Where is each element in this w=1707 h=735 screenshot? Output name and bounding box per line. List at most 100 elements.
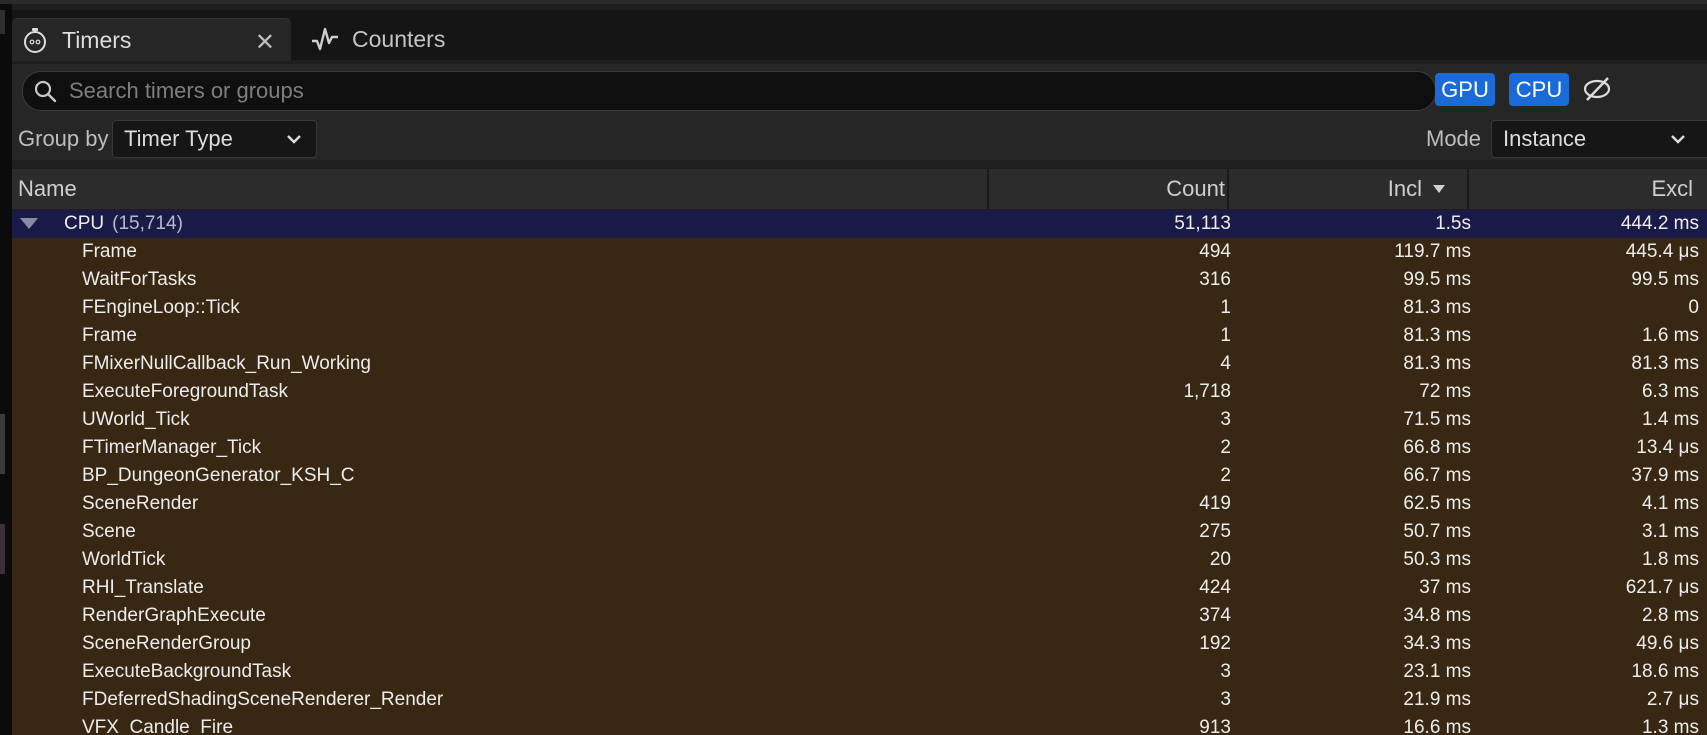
timer-incl: 81.3 ms bbox=[1403, 353, 1471, 374]
timer-incl: 71.5 ms bbox=[1403, 409, 1471, 430]
timer-incl: 21.9 ms bbox=[1403, 689, 1471, 710]
stopwatch-icon bbox=[20, 25, 50, 55]
search-box bbox=[22, 71, 1436, 111]
timer-incl: 72 ms bbox=[1419, 381, 1471, 402]
close-icon[interactable]: ✕ bbox=[255, 28, 275, 57]
timer-excl: 445.4 μs bbox=[1625, 241, 1699, 262]
timer-excl: 3.1 ms bbox=[1641, 521, 1699, 542]
column-header-count[interactable]: Count bbox=[989, 169, 1225, 209]
tab-counters[interactable]: Counters bbox=[302, 18, 502, 60]
timer-excl: 4.1 ms bbox=[1641, 493, 1699, 514]
left-edge-strip bbox=[0, 4, 12, 735]
timer-name: UWorld_Tick bbox=[82, 409, 190, 430]
table-row[interactable]: FEngineLoop::Tick 1 81.3 ms 0 bbox=[12, 294, 1707, 322]
timer-name: WorldTick bbox=[82, 549, 166, 570]
group-by-label: Group by bbox=[18, 126, 109, 151]
timer-count: 1,718 bbox=[1183, 381, 1231, 402]
timer-excl: 2.7 μs bbox=[1646, 689, 1699, 710]
timer-incl: 34.8 ms bbox=[1403, 605, 1471, 626]
group-excl: 444.2 ms bbox=[1620, 213, 1699, 234]
timer-name: FDeferredShadingSceneRenderer_Render bbox=[82, 689, 444, 710]
table-row[interactable]: SceneRender 419 62.5 ms 4.1 ms bbox=[12, 490, 1707, 518]
table-row[interactable]: Scene 275 50.7 ms 3.1 ms bbox=[12, 518, 1707, 546]
timer-incl: 37 ms bbox=[1419, 577, 1471, 598]
column-header-incl-label: Incl bbox=[1387, 176, 1422, 201]
table-row[interactable]: Frame 1 81.3 ms 1.6 ms bbox=[12, 322, 1707, 350]
table-row[interactable]: FTimerManager_Tick 2 66.8 ms 13.4 μs bbox=[12, 434, 1707, 462]
left-edge-mark bbox=[0, 414, 5, 474]
timer-incl: 50.3 ms bbox=[1403, 549, 1471, 570]
timer-excl: 6.3 ms bbox=[1641, 381, 1699, 402]
tab-bar: Timers ✕ Counters bbox=[12, 10, 1707, 61]
timer-excl: 37.9 ms bbox=[1631, 465, 1699, 486]
timer-name: FEngineLoop::Tick bbox=[82, 297, 240, 318]
chevron-down-icon bbox=[1671, 135, 1685, 144]
group-name: CPU (15,714) bbox=[64, 210, 183, 238]
timer-count: 3 bbox=[1220, 661, 1231, 682]
timer-name: Frame bbox=[82, 241, 137, 262]
timer-incl: 99.5 ms bbox=[1403, 269, 1471, 290]
timer-excl: 81.3 ms bbox=[1631, 353, 1699, 374]
search-icon bbox=[33, 78, 59, 104]
table-header: Name Count Incl Excl bbox=[12, 169, 1707, 209]
column-header-name-label: Name bbox=[18, 176, 77, 201]
column-header-incl[interactable]: Incl bbox=[1229, 169, 1452, 209]
timer-name: VFX_Candle_Fire bbox=[82, 717, 234, 735]
timer-name: WaitForTasks bbox=[82, 269, 197, 290]
table-row[interactable]: WorldTick 20 50.3 ms 1.8 ms bbox=[12, 546, 1707, 574]
timer-count: 192 bbox=[1199, 633, 1231, 654]
timer-excl: 13.4 μs bbox=[1636, 437, 1699, 458]
table-row[interactable]: UWorld_Tick 3 71.5 ms 1.4 ms bbox=[12, 406, 1707, 434]
timer-count: 1 bbox=[1220, 325, 1231, 346]
table-row[interactable]: SceneRenderGroup 192 34.3 ms 49.6 μs bbox=[12, 630, 1707, 658]
table-row[interactable]: BP_DungeonGenerator_KSH_C 2 66.7 ms 37.9 ms bbox=[12, 462, 1707, 490]
timer-count: 4 bbox=[1220, 353, 1231, 374]
timer-excl: 99.5 ms bbox=[1631, 269, 1699, 290]
column-header-excl[interactable]: Excl bbox=[1469, 169, 1693, 209]
table-row[interactable]: FMixerNullCallback_Run_Working 4 81.3 ms 81… bbox=[12, 350, 1707, 378]
table-row[interactable]: FDeferredShadingSceneRenderer_Render 3 21.… bbox=[12, 686, 1707, 714]
left-edge-mark bbox=[0, 524, 5, 574]
sort-descending-icon bbox=[1433, 185, 1445, 193]
tab-counters-label: Counters bbox=[352, 25, 446, 52]
timer-count: 1 bbox=[1220, 297, 1231, 318]
timer-excl: 1.4 ms bbox=[1641, 409, 1699, 430]
timer-count: 424 bbox=[1199, 577, 1231, 598]
table-row[interactable]: RHI_Translate 424 37 ms 621.7 μs bbox=[12, 574, 1707, 602]
timer-name: SceneRenderGroup bbox=[82, 633, 251, 654]
table-row[interactable]: Frame 494 119.7 ms 445.4 μs bbox=[12, 238, 1707, 266]
mode-select[interactable]: Instance bbox=[1491, 120, 1707, 158]
timer-count: 3 bbox=[1220, 409, 1231, 430]
timer-incl: 81.3 ms bbox=[1403, 325, 1471, 346]
timer-incl: 23.1 ms bbox=[1403, 661, 1471, 682]
table-row[interactable]: VFX_Candle_Fire 913 16.6 ms 1.3 ms bbox=[12, 714, 1707, 735]
cpu-filter-button[interactable]: CPU bbox=[1509, 73, 1569, 106]
group-by-select[interactable]: Timer Type bbox=[112, 120, 317, 158]
group-incl: 1.5s bbox=[1435, 213, 1471, 234]
timer-incl: 119.7 ms bbox=[1394, 241, 1471, 262]
column-header-name[interactable]: Name bbox=[18, 169, 77, 209]
timer-count: 494 bbox=[1199, 241, 1231, 262]
timer-count: 419 bbox=[1199, 493, 1231, 514]
eye-off-icon[interactable] bbox=[1582, 74, 1612, 104]
table-row[interactable]: WaitForTasks 316 99.5 ms 99.5 ms bbox=[12, 266, 1707, 294]
group-timer-count: (15,714) bbox=[112, 213, 183, 234]
table-row[interactable]: RenderGraphExecute 374 34.8 ms 2.8 ms bbox=[12, 602, 1707, 630]
search-input[interactable] bbox=[67, 77, 1411, 105]
timer-count: 3 bbox=[1220, 689, 1231, 710]
mode-label: Mode bbox=[1426, 126, 1482, 151]
timer-name: Scene bbox=[82, 521, 136, 542]
timer-count: 2 bbox=[1220, 465, 1231, 486]
tab-timers[interactable]: Timers ✕ bbox=[12, 18, 291, 61]
timer-count: 2 bbox=[1220, 437, 1231, 458]
timer-incl: 62.5 ms bbox=[1403, 493, 1471, 514]
table-row[interactable]: ExecuteBackgroundTask 3 23.1 ms 18.6 ms bbox=[12, 658, 1707, 686]
timer-name: SceneRender bbox=[82, 493, 199, 514]
expand-collapse-icon[interactable] bbox=[20, 218, 38, 229]
table-row[interactable]: ExecuteForegroundTask 1,718 72 ms 6.3 ms bbox=[12, 378, 1707, 406]
search-toolbar: GPU CPU bbox=[12, 64, 1707, 120]
group-row-cpu[interactable]: CPU (15,714) 51,113 1.5s 444.2 ms bbox=[12, 210, 1707, 238]
timer-incl: 16.6 ms bbox=[1403, 717, 1471, 735]
gpu-filter-button[interactable]: GPU bbox=[1435, 73, 1495, 106]
timers-table: CPU (15,714) 51,113 1.5s 444.2 ms Frame 49… bbox=[12, 210, 1707, 735]
